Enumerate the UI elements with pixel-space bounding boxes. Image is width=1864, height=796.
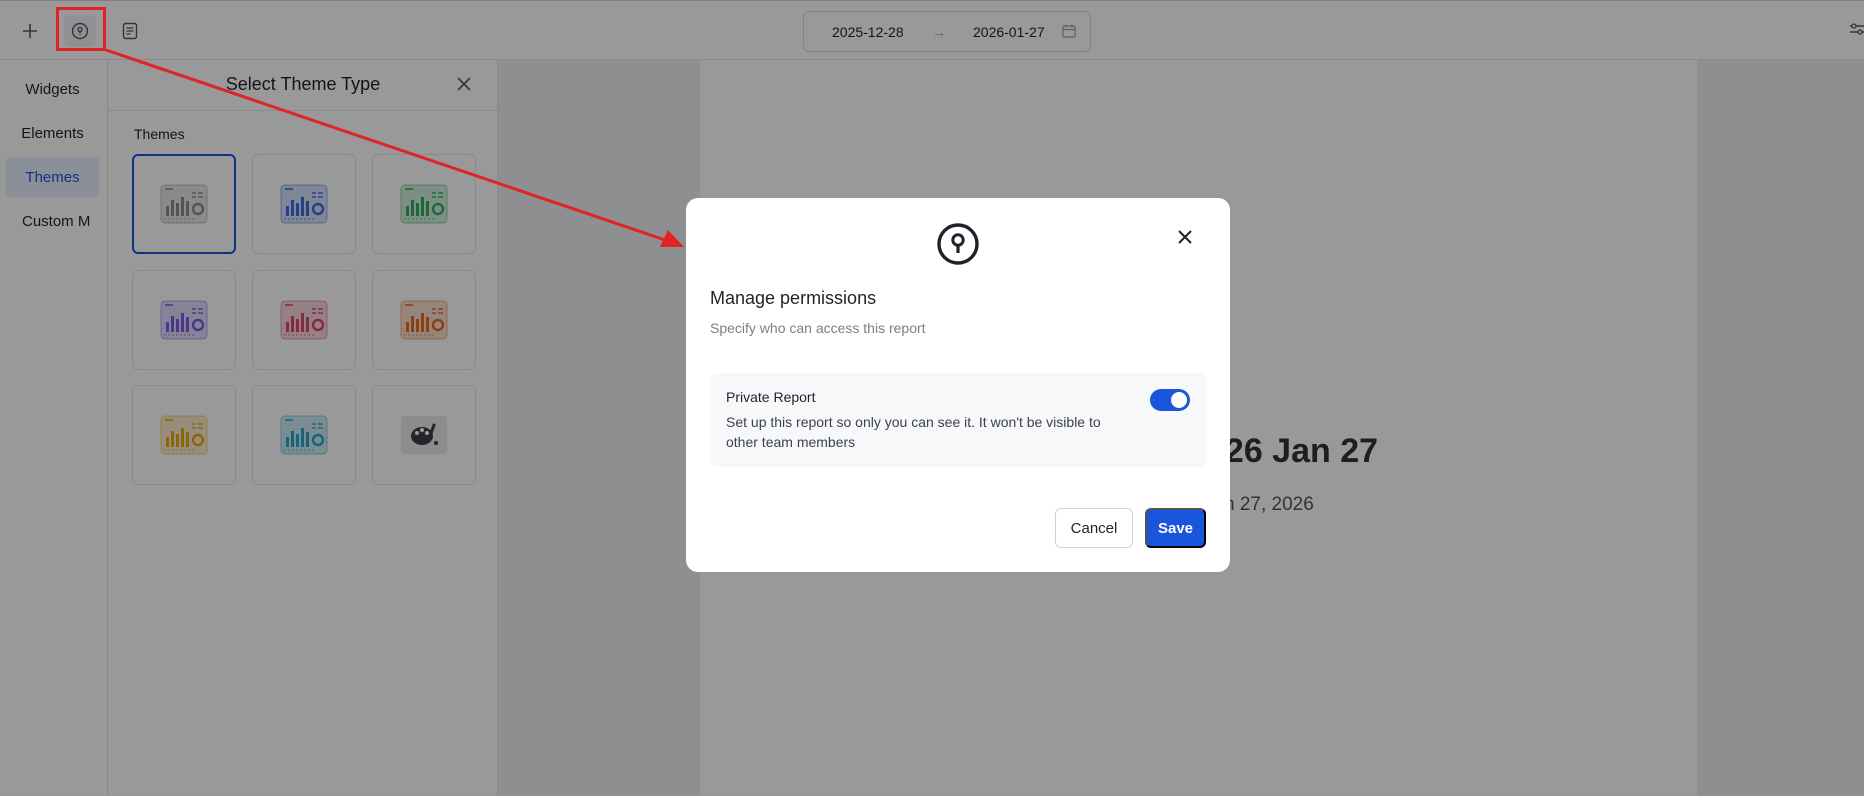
cancel-button[interactable]: Cancel	[1055, 508, 1133, 548]
permissions-modal: Manage permissions Specify who can acces…	[686, 198, 1230, 572]
setting-description: Set up this report so only you can see i…	[726, 414, 1101, 450]
private-report-toggle[interactable]	[1150, 389, 1190, 411]
private-report-setting: Private Report Set up this report so onl…	[710, 373, 1206, 467]
lock-icon	[937, 223, 979, 265]
toggle-knob	[1171, 392, 1187, 408]
save-button[interactable]: Save	[1145, 508, 1206, 548]
modal-title: Manage permissions	[710, 288, 877, 308]
modal-subtitle: Specify who can access this report	[710, 320, 926, 336]
close-icon[interactable]	[1178, 230, 1192, 244]
highlight-box	[56, 7, 106, 51]
setting-label: Private Report	[726, 389, 816, 405]
